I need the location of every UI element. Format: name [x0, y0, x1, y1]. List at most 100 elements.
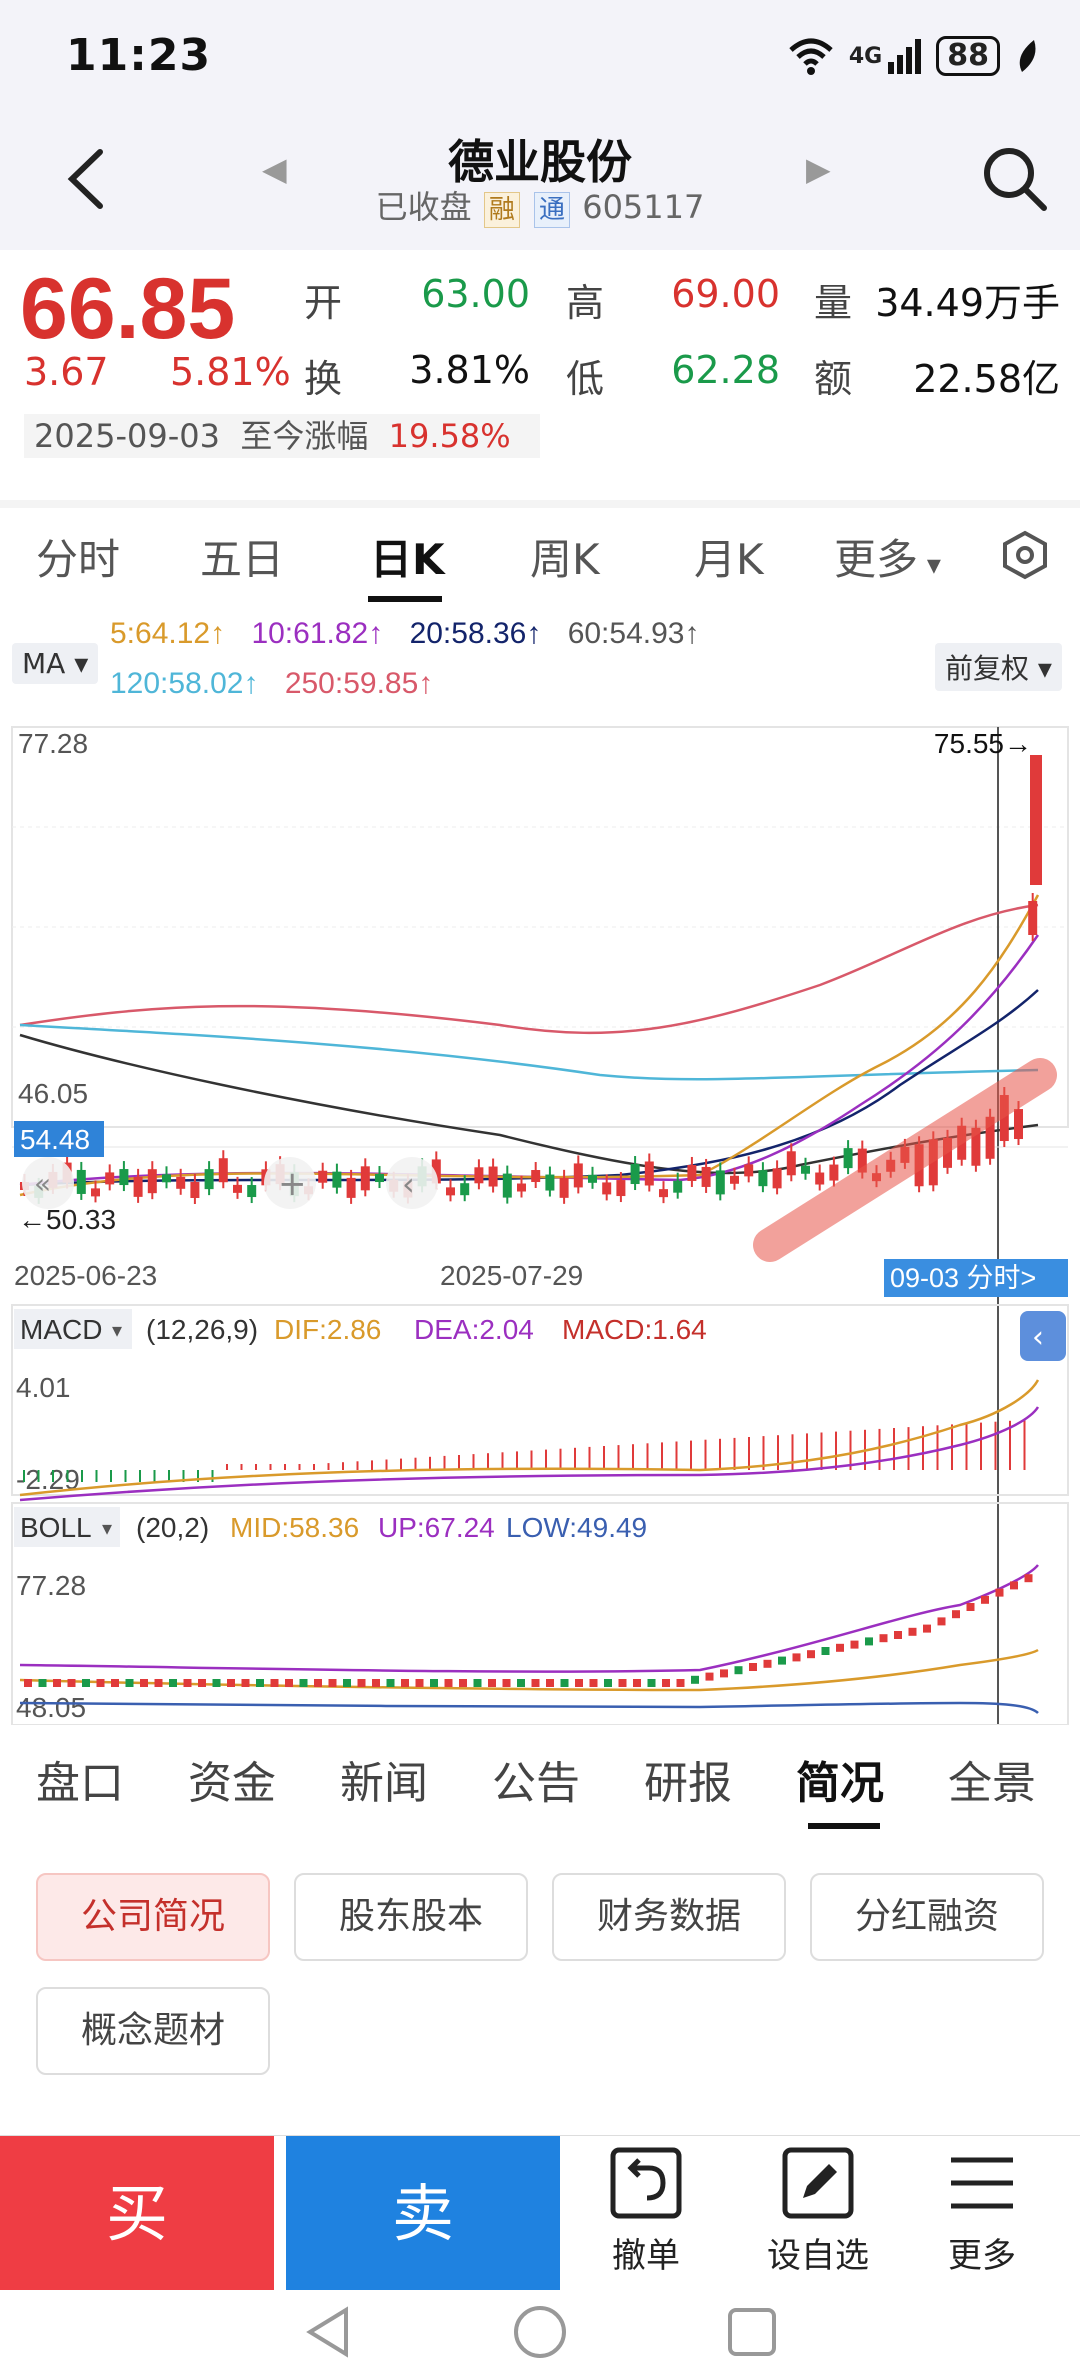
- open-value: 63.00: [421, 272, 530, 316]
- boll-candle: [372, 1679, 380, 1687]
- boll-candle: [357, 1679, 366, 1687]
- boll-candle: [705, 1672, 714, 1681]
- tab-more-label: 更多: [834, 535, 919, 584]
- add-watchlist-button[interactable]: 设自选: [738, 2146, 898, 2277]
- boll-candle: [430, 1679, 438, 1687]
- boll-candle: [502, 1679, 511, 1687]
- macd-dif: DIF:2.86: [274, 1314, 381, 1345]
- boll-candle: [140, 1679, 148, 1687]
- nav-recents-icon[interactable]: [724, 2304, 780, 2360]
- tab-news[interactable]: 新闻: [340, 1747, 428, 1811]
- boll-up-line: [19, 1564, 1039, 1673]
- boll-candle: [734, 1666, 743, 1675]
- tab-weekly-k[interactable]: 周K: [530, 526, 600, 587]
- intraday-link[interactable]: 09-03 分时>: [890, 1263, 1036, 1293]
- macd-histogram: [23, 1419, 1026, 1482]
- highlight-stroke: [753, 1058, 1057, 1262]
- high-value: 69.00: [671, 272, 780, 316]
- price-tag: 54.48: [20, 1124, 90, 1155]
- boll-candle: [82, 1679, 90, 1687]
- cancel-order-label: 撤单: [612, 2236, 680, 2276]
- tab-intraday[interactable]: 分时: [36, 526, 120, 587]
- tab-research[interactable]: 研报: [644, 1747, 732, 1811]
- boll-candle: [299, 1679, 308, 1687]
- wifi-icon: [789, 38, 833, 75]
- dividends-button[interactable]: 分红融资: [810, 1873, 1044, 1961]
- profile-sub-buttons: 公司简况 股东股本 财务数据 分红融资 概念题材: [0, 1835, 1080, 2095]
- price-change: 3.67: [24, 350, 109, 394]
- buy-button[interactable]: 买: [0, 2136, 274, 2291]
- tab-profile[interactable]: 简况: [796, 1747, 884, 1811]
- status-icons: 4G 88: [787, 36, 1040, 76]
- undo-icon: [610, 2147, 682, 2219]
- market-status: 已收盘: [375, 188, 472, 226]
- tab-daily-k[interactable]: 日K: [370, 526, 445, 587]
- boll-candle: [328, 1679, 337, 1687]
- collapse-chevron-glyph: ‹: [1032, 1320, 1044, 1355]
- macd-dropdown-icon: ▾: [112, 1318, 122, 1342]
- boll-candle: [386, 1679, 395, 1687]
- boll-selector[interactable]: BOLL: [20, 1512, 92, 1543]
- kline-chart-area: MA ▾ 5:64.12↑ 10:61.82↑ 20:58.36↑ 60:54.…: [0, 605, 1080, 1725]
- boll-candle: [38, 1679, 47, 1687]
- nav-back-icon[interactable]: [300, 2304, 356, 2360]
- tab-panorama[interactable]: 全景: [948, 1747, 1036, 1811]
- signal-icon: [888, 39, 922, 74]
- boll-params: (20,2): [136, 1512, 209, 1543]
- boll-candle: [270, 1679, 279, 1687]
- macd-dea: DEA:2.04: [414, 1314, 534, 1345]
- concepts-button[interactable]: 概念题材: [36, 1987, 270, 2075]
- boll-candle: [488, 1679, 496, 1687]
- stock-code: 605117: [582, 188, 705, 226]
- macd-params: (12,26,9): [146, 1314, 258, 1345]
- boll-candle: [1024, 1574, 1033, 1583]
- sell-button[interactable]: 卖: [286, 2136, 560, 2291]
- status-bar: 11:23 4G 88: [0, 0, 1080, 120]
- chart-settings-icon[interactable]: [1000, 530, 1050, 580]
- boll-candle: [546, 1679, 554, 1687]
- boll-candle: [923, 1624, 931, 1633]
- tab-orderbook[interactable]: 盘口: [36, 1747, 124, 1811]
- boll-candle: [981, 1595, 989, 1604]
- tab-five-day[interactable]: 五日: [200, 526, 284, 587]
- more-button[interactable]: 更多: [902, 2146, 1062, 2277]
- turnover-value: 3.81%: [409, 348, 530, 392]
- dif-line: [19, 1379, 1040, 1497]
- boll-candle: [67, 1679, 76, 1687]
- shareholders-button[interactable]: 股东股本: [294, 1873, 528, 1961]
- boll-candle: [343, 1679, 351, 1687]
- info-tabs: 盘口 资金 新闻 公告 研报 简况 全景: [0, 1725, 1080, 1835]
- system-nav-bar: [0, 2290, 1080, 2373]
- tab-capital[interactable]: 资金: [188, 1747, 276, 1811]
- ma120-line: [19, 1023, 1039, 1081]
- low-label: 低: [566, 357, 605, 401]
- boll-candle: [401, 1679, 409, 1687]
- boll-candle: [647, 1679, 656, 1687]
- trade-action-bar: 买 卖 撤单 设自选 更多: [0, 2135, 1080, 2291]
- gain-date: 2025-09-03: [34, 417, 220, 455]
- boll-candle: [473, 1679, 482, 1687]
- boll-mid: MID:58.36: [230, 1512, 359, 1543]
- ma5-line: [19, 894, 1040, 1197]
- macd-selector[interactable]: MACD: [20, 1314, 102, 1345]
- nav-home-icon[interactable]: [512, 2304, 568, 2360]
- cancel-order-button[interactable]: 撤单: [566, 2146, 726, 2277]
- search-icon[interactable]: [978, 142, 1050, 214]
- boll-candle: [604, 1679, 612, 1687]
- tab-more[interactable]: 更多 ▾: [834, 526, 941, 587]
- kline-chart[interactable]: 77.28 75.55→ 46.05 ←50.33 54.48 2025-06-…: [0, 605, 1080, 1725]
- tab-monthly-k[interactable]: 月K: [694, 526, 764, 587]
- boll-candle: [125, 1679, 134, 1687]
- chevron-left-glyph: ‹: [402, 1165, 415, 1203]
- boll-y-max: 77.28: [16, 1570, 86, 1601]
- boll-candle: [531, 1679, 540, 1687]
- network-label: 4G: [848, 43, 883, 69]
- boll-candle: [676, 1679, 685, 1687]
- financials-button[interactable]: 财务数据: [552, 1873, 786, 1961]
- tab-announcements[interactable]: 公告: [492, 1747, 580, 1811]
- gain-label: 至今涨幅: [240, 417, 369, 455]
- gain-pct: 19.58%: [388, 417, 511, 455]
- boll-candle: [720, 1669, 728, 1678]
- boll-candle: [952, 1610, 960, 1619]
- company-profile-button[interactable]: 公司简况: [36, 1873, 270, 1961]
